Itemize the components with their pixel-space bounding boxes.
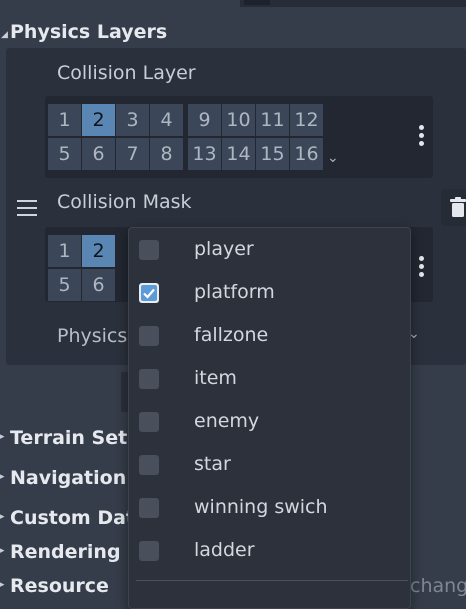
drag-handle-icon[interactable] <box>17 200 37 221</box>
resource-change-text: chang <box>410 575 466 597</box>
layer-cell-1[interactable]: 1 <box>48 235 81 267</box>
top-toolbar-strip <box>240 0 466 7</box>
expand-arrow-icon[interactable]: ▸ <box>0 546 5 556</box>
checkbox[interactable] <box>139 369 159 389</box>
physics-material-label: Physics <box>57 325 128 347</box>
layer-cell-1[interactable]: 1 <box>48 104 81 136</box>
popup-item-label: enemy <box>194 410 260 432</box>
section-rendering[interactable]: Rendering <box>10 541 121 563</box>
section-terrain-sets[interactable]: Terrain Sets <box>10 427 139 449</box>
section-navigation[interactable]: Navigation <box>10 467 126 489</box>
layer-cell-14[interactable]: 14 <box>222 138 255 170</box>
more-vertical-icon[interactable] <box>419 256 425 280</box>
layer-cell-8[interactable]: 8 <box>150 138 183 170</box>
collision-layer-label: Collision Layer <box>57 62 196 84</box>
checkbox[interactable] <box>139 240 159 260</box>
delete-button[interactable] <box>441 189 466 226</box>
checkbox[interactable] <box>139 541 159 561</box>
trash-icon <box>450 197 466 217</box>
checkbox[interactable] <box>139 326 159 346</box>
top-toolbar-button[interactable] <box>244 0 270 5</box>
expand-arrow-icon[interactable]: ▸ <box>0 472 5 482</box>
layer-cell-6[interactable]: 6 <box>82 269 115 301</box>
checkmark-icon <box>141 285 157 301</box>
checkbox[interactable] <box>139 455 159 475</box>
popup-item-label: winning swich <box>194 496 328 518</box>
layer-cell-5[interactable]: 5 <box>48 138 81 170</box>
expand-arrow-icon[interactable]: ▸ <box>0 580 5 590</box>
popup-item-label: item <box>194 367 237 389</box>
chevron-down-icon[interactable]: ⌄ <box>327 150 339 166</box>
layer-cell-6[interactable]: 6 <box>82 138 115 170</box>
popup-item-label: ladder <box>194 539 255 561</box>
layer-cell-15[interactable]: 15 <box>256 138 289 170</box>
collision-mask-label: Collision Mask <box>57 191 192 213</box>
layer-cell-5[interactable]: 5 <box>48 269 81 301</box>
layer-cell-10[interactable]: 10 <box>222 104 255 136</box>
layer-cell-2[interactable]: 2 <box>82 235 115 267</box>
popup-separator <box>136 580 408 581</box>
layer-cell-7[interactable]: 7 <box>116 138 149 170</box>
layer-cell-4[interactable]: 4 <box>150 104 183 136</box>
expand-arrow-icon[interactable]: ▸ <box>0 512 5 522</box>
layer-cell-12[interactable]: 12 <box>290 104 323 136</box>
layer-cell-2[interactable]: 2 <box>82 104 115 136</box>
popup-item-label: player <box>194 238 254 260</box>
expand-arrow-icon[interactable]: ▸ <box>0 432 5 442</box>
layer-cell-9[interactable]: 9 <box>188 104 221 136</box>
collapse-arrow-icon[interactable]: ◢ <box>1 30 8 40</box>
popup-item-label: star <box>194 453 231 475</box>
popup-item-label: fallzone <box>194 324 269 346</box>
popup-item-label: platform <box>194 281 275 303</box>
section-physics-layers[interactable]: Physics Layers <box>10 21 167 43</box>
checkbox[interactable] <box>139 498 159 518</box>
checkbox-checked[interactable] <box>139 283 159 303</box>
checkbox[interactable] <box>139 412 159 432</box>
layer-cell-11[interactable]: 11 <box>256 104 289 136</box>
layer-cell-16[interactable]: 16 <box>290 138 323 170</box>
section-resource[interactable]: Resource <box>10 575 109 597</box>
more-vertical-icon[interactable] <box>419 125 425 149</box>
layer-cell-13[interactable]: 13 <box>188 138 221 170</box>
layer-cell-3[interactable]: 3 <box>116 104 149 136</box>
